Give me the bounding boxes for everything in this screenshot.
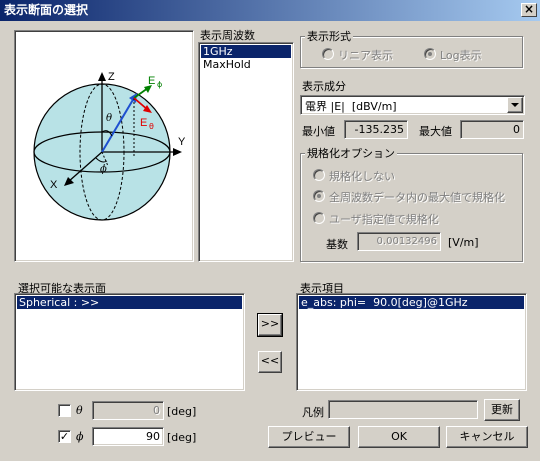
freq-item[interactable]: 1GHz bbox=[201, 45, 291, 58]
theta-unit: [deg] bbox=[167, 405, 197, 418]
component-value: 電界 |E| [dBV/m] bbox=[305, 100, 397, 113]
theta-field: 0 bbox=[92, 401, 164, 420]
dropdown-button[interactable] bbox=[507, 97, 523, 113]
phi-label: ϕ bbox=[100, 164, 107, 175]
display-item[interactable]: e_abs: phi= 90.0[deg]@1GHz bbox=[299, 296, 524, 309]
cancel-button[interactable]: キャンセル bbox=[446, 426, 528, 448]
phi-checkbox[interactable]: ✓ bbox=[58, 430, 71, 443]
e-theta-sub: θ bbox=[149, 122, 154, 131]
preview-button[interactable]: プレビュー bbox=[268, 426, 350, 448]
y-arrow bbox=[173, 148, 182, 156]
min-label: 最小値 bbox=[302, 125, 335, 138]
component-label: 表示成分 bbox=[302, 80, 346, 93]
coordinate-diagram: Z Y X E ϕ E θ θ ϕ bbox=[14, 30, 194, 262]
linear-label[interactable]: リニア表示 bbox=[338, 47, 393, 63]
surfaces-list[interactable]: Spherical : >> bbox=[14, 293, 245, 391]
normalize-none-radio[interactable] bbox=[313, 169, 325, 181]
e-phi-sub: ϕ bbox=[157, 80, 162, 89]
normalize-max-label[interactable]: 全周波数データ内の最大値で規格化 bbox=[329, 189, 505, 205]
normalize-max-radio[interactable] bbox=[313, 190, 325, 202]
sphere-diagram: Z Y X E ϕ E θ θ ϕ bbox=[33, 71, 186, 221]
update-button[interactable]: 更新 bbox=[484, 399, 520, 421]
close-button[interactable]: × bbox=[521, 3, 537, 17]
phi-unit: [deg] bbox=[167, 431, 197, 444]
format-group-label: 表示形式 bbox=[305, 28, 353, 44]
normalize-group-label: 規格化オプション bbox=[305, 145, 397, 161]
max-label: 最大値 bbox=[419, 125, 452, 138]
z-label: Z bbox=[108, 71, 115, 83]
max-field: 0 bbox=[460, 120, 524, 139]
theta-checkbox[interactable] bbox=[58, 404, 71, 417]
component-select[interactable]: 電界 |E| [dBV/m] bbox=[300, 95, 525, 115]
e-theta-label: E bbox=[140, 117, 147, 129]
log-radio[interactable] bbox=[424, 48, 436, 60]
normalize-user-radio[interactable] bbox=[313, 212, 325, 224]
window-title: 表示断面の選択 bbox=[4, 3, 89, 17]
y-label: Y bbox=[178, 136, 186, 148]
theta-symbol: θ bbox=[76, 404, 83, 417]
remove-button[interactable]: << bbox=[258, 351, 282, 373]
surface-item[interactable]: Spherical : >> bbox=[17, 296, 242, 309]
freq-label: 表示周波数 bbox=[200, 29, 255, 42]
linear-radio[interactable] bbox=[322, 48, 334, 60]
base-unit: [V/m] bbox=[448, 236, 479, 249]
legend-field bbox=[328, 400, 478, 419]
theta-label: θ bbox=[106, 113, 112, 124]
e-phi-label: E bbox=[148, 75, 155, 87]
log-label[interactable]: Log表示 bbox=[440, 47, 482, 63]
freq-list[interactable]: 1GHz MaxHold bbox=[198, 42, 294, 262]
add-button[interactable]: >> bbox=[257, 313, 283, 337]
phi-field[interactable]: 90 bbox=[92, 427, 164, 446]
chevron-down-icon bbox=[511, 103, 519, 107]
display-items-list[interactable]: e_abs: phi= 90.0[deg]@1GHz bbox=[296, 293, 527, 391]
phi-symbol: ϕ bbox=[76, 430, 84, 443]
freq-item[interactable]: MaxHold bbox=[201, 58, 291, 71]
normalize-user-label[interactable]: ユーザ指定値で規格化 bbox=[329, 211, 439, 227]
ok-button[interactable]: OK bbox=[358, 426, 440, 448]
base-label: 基数 bbox=[326, 238, 348, 251]
base-field: 0.00132496 bbox=[357, 232, 441, 251]
x-label: X bbox=[50, 179, 58, 191]
normalize-none-label[interactable]: 規格化しない bbox=[329, 168, 395, 184]
title-bar: 表示断面の選択 bbox=[0, 0, 540, 21]
legend-label: 凡例 bbox=[302, 406, 324, 419]
z-arrow bbox=[98, 72, 106, 81]
min-field: -135.235 bbox=[344, 120, 408, 139]
